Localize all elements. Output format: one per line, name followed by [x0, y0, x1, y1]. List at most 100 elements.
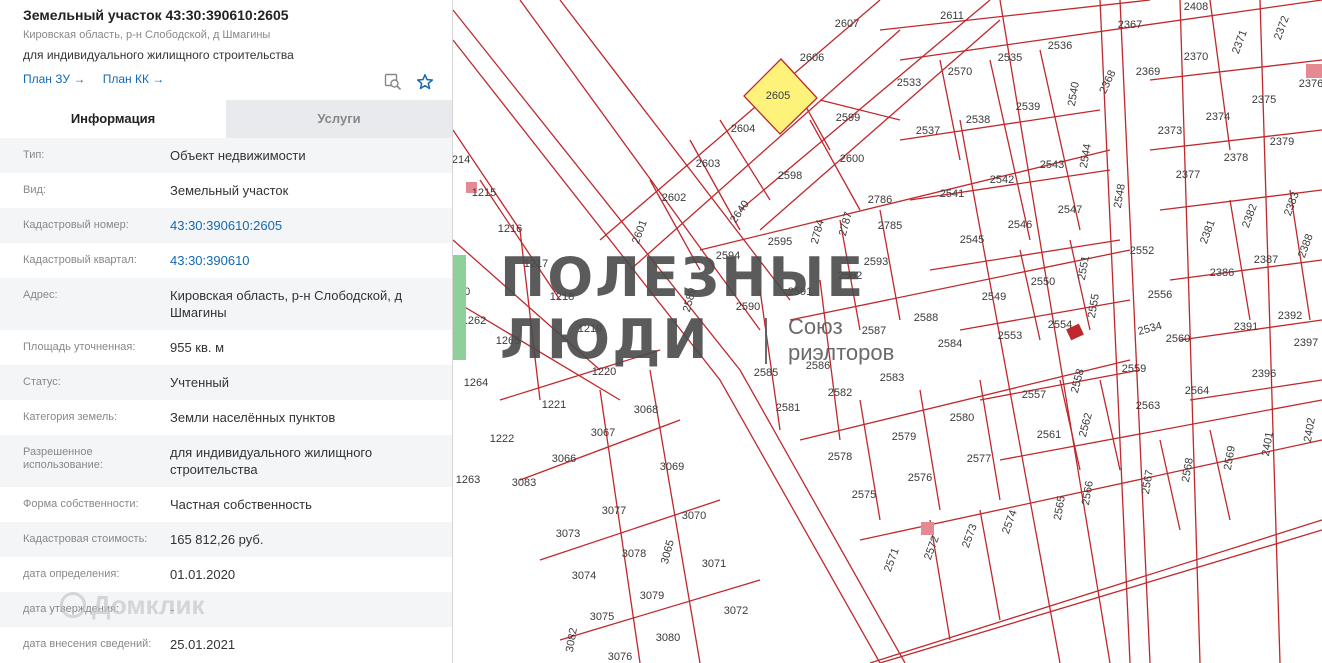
plot-label-1214[interactable]: 1214 — [453, 154, 470, 166]
plot-label-3082[interactable]: 3082 — [564, 627, 580, 653]
plot-label-2611[interactable]: 2611 — [940, 10, 964, 22]
plot-label-3069[interactable]: 3069 — [660, 461, 684, 473]
plot-label-2378[interactable]: 2378 — [1224, 152, 1248, 164]
plot-label-2581[interactable]: 2581 — [776, 402, 800, 414]
plot-label-2387[interactable]: 2387 — [1254, 254, 1278, 266]
plot-label-3083[interactable]: 3083 — [512, 477, 536, 489]
plot-label-2598[interactable]: 2598 — [778, 170, 802, 182]
plot-label-3080[interactable]: 3080 — [656, 632, 680, 644]
plot-label-2559[interactable]: 2559 — [1122, 363, 1146, 375]
plot-label-2392[interactable]: 2392 — [1278, 310, 1302, 322]
plot-label-2584[interactable]: 2584 — [938, 338, 962, 350]
plot-label-2601[interactable]: 2601 — [630, 218, 650, 245]
plot-label-2582[interactable]: 2582 — [828, 387, 852, 399]
plot-label-3078[interactable]: 3078 — [622, 548, 646, 560]
plot-label-2536[interactable]: 2536 — [1048, 40, 1072, 52]
plot-label-1263[interactable]: 1263 — [456, 474, 480, 486]
plot-label-2580[interactable]: 2580 — [950, 412, 974, 424]
plot-label-1215[interactable]: 1215 — [472, 187, 496, 199]
star-favorite-icon[interactable] — [416, 73, 434, 91]
plot-label-2566[interactable]: 2566 — [1080, 480, 1096, 506]
plot-label-2397[interactable]: 2397 — [1294, 337, 1318, 349]
plot-label-2372[interactable]: 2372 — [1272, 14, 1292, 41]
plot-label-2534[interactable]: 2534 — [1137, 320, 1164, 338]
plot-label-1221[interactable]: 1221 — [542, 399, 566, 411]
plot-label-2537[interactable]: 2537 — [916, 125, 940, 137]
plot-label-2575[interactable]: 2575 — [852, 489, 876, 501]
plot-label-3068[interactable]: 3068 — [634, 404, 658, 416]
plot-label-2573[interactable]: 2573 — [960, 522, 980, 549]
plot-label-2787[interactable]: 2787 — [837, 211, 855, 238]
plot-label-2382[interactable]: 2382 — [1240, 202, 1260, 229]
plot-label-2579[interactable]: 2579 — [892, 431, 916, 443]
plot-label-2391[interactable]: 2391 — [1234, 321, 1258, 333]
plan-kk-link[interactable]: План КК → — [103, 72, 165, 86]
plot-label-2547[interactable]: 2547 — [1058, 204, 1082, 216]
plot-label-2562[interactable]: 2562 — [1077, 412, 1095, 439]
plan-zu-link[interactable]: План ЗУ → — [23, 72, 85, 86]
plot-label-2786[interactable]: 2786 — [868, 194, 892, 206]
plot-label-2607[interactable]: 2607 — [835, 18, 859, 30]
tab-information[interactable]: Информация — [0, 100, 226, 138]
cadastral-quarter-link[interactable]: 43:30:390610 — [170, 252, 429, 269]
plot-label-3072[interactable]: 3072 — [724, 605, 748, 617]
plot-label-3077[interactable]: 3077 — [602, 505, 626, 517]
plot-label-2785[interactable]: 2785 — [878, 220, 902, 232]
plot-label-2587[interactable]: 2587 — [862, 325, 886, 337]
plot-label-2533[interactable]: 2533 — [897, 77, 921, 89]
plot-label-2560[interactable]: 2560 — [1166, 333, 1190, 345]
plot-label-2553[interactable]: 2553 — [998, 330, 1022, 342]
plot-label-2538[interactable]: 2538 — [966, 114, 990, 126]
plot-label-2593[interactable]: 2593 — [864, 256, 888, 268]
plot-label-2371[interactable]: 2371 — [1230, 28, 1250, 55]
plot-label-2408[interactable]: 2408 — [1184, 1, 1208, 13]
plot-label-2585[interactable]: 2585 — [754, 367, 778, 379]
plot-label-2578[interactable]: 2578 — [828, 451, 852, 463]
plot-label-2374[interactable]: 2374 — [1206, 111, 1230, 123]
plot-label-2548[interactable]: 2548 — [1112, 183, 1128, 209]
plot-label-2605[interactable]: 2605 — [766, 90, 790, 102]
plot-label-2396[interactable]: 2396 — [1252, 368, 1276, 380]
plot-label-2600[interactable]: 2600 — [840, 153, 864, 165]
plot-label-2599[interactable]: 2599 — [836, 112, 860, 124]
plot-label-2604[interactable]: 2604 — [731, 123, 755, 135]
plot-label-2541[interactable]: 2541 — [940, 188, 964, 200]
plot-label-3074[interactable]: 3074 — [572, 570, 596, 582]
plot-label-2535[interactable]: 2535 — [998, 52, 1022, 64]
plot-label-3073[interactable]: 3073 — [556, 528, 580, 540]
plot-label-2549[interactable]: 2549 — [982, 291, 1006, 303]
plot-label-3066[interactable]: 3066 — [552, 453, 576, 465]
plot-label-2544[interactable]: 2544 — [1078, 143, 1094, 169]
plot-label-2539[interactable]: 2539 — [1016, 101, 1040, 113]
plot-label-2602[interactable]: 2602 — [662, 192, 686, 204]
plot-label-2603[interactable]: 2603 — [696, 158, 720, 170]
plot-label-2588[interactable]: 2588 — [914, 312, 938, 324]
plot-label-2563[interactable]: 2563 — [1136, 400, 1160, 412]
cadastral-number-link[interactable]: 43:30:390610:2605 — [170, 217, 429, 234]
plot-label-2557[interactable]: 2557 — [1022, 389, 1046, 401]
plot-label-2574[interactable]: 2574 — [1000, 508, 1020, 535]
plot-label-3065[interactable]: 3065 — [659, 539, 677, 566]
plot-label-2373[interactable]: 2373 — [1158, 125, 1182, 137]
plot-label-3070[interactable]: 3070 — [682, 510, 706, 522]
plot-label-2370[interactable]: 2370 — [1184, 51, 1208, 63]
plot-label-2379[interactable]: 2379 — [1270, 136, 1294, 148]
plot-label-2555[interactable]: 2555 — [1086, 293, 1102, 319]
plot-label-1222[interactable]: 1222 — [490, 433, 514, 445]
plot-label-2554[interactable]: 2554 — [1048, 319, 1072, 331]
plot-label-2583[interactable]: 2583 — [880, 372, 904, 384]
plot-label-3076[interactable]: 3076 — [608, 651, 632, 663]
plot-label-2570[interactable]: 2570 — [948, 66, 972, 78]
plot-label-3079[interactable]: 3079 — [640, 590, 664, 602]
plot-label-2606[interactable]: 2606 — [800, 52, 824, 64]
plot-label-2550[interactable]: 2550 — [1031, 276, 1055, 288]
plot-label-2388[interactable]: 2388 — [1296, 232, 1316, 259]
plot-label-2569[interactable]: 2569 — [1222, 445, 1238, 471]
plot-label-2543[interactable]: 2543 — [1040, 159, 1064, 171]
plot-label-2377[interactable]: 2377 — [1176, 169, 1200, 181]
plot-label-2552[interactable]: 2552 — [1130, 245, 1154, 257]
plot-label-2386[interactable]: 2386 — [1210, 267, 1234, 279]
plot-label-2576[interactable]: 2576 — [908, 472, 932, 484]
plot-label-2375[interactable]: 2375 — [1252, 94, 1276, 106]
plot-label-2561[interactable]: 2561 — [1037, 429, 1061, 441]
